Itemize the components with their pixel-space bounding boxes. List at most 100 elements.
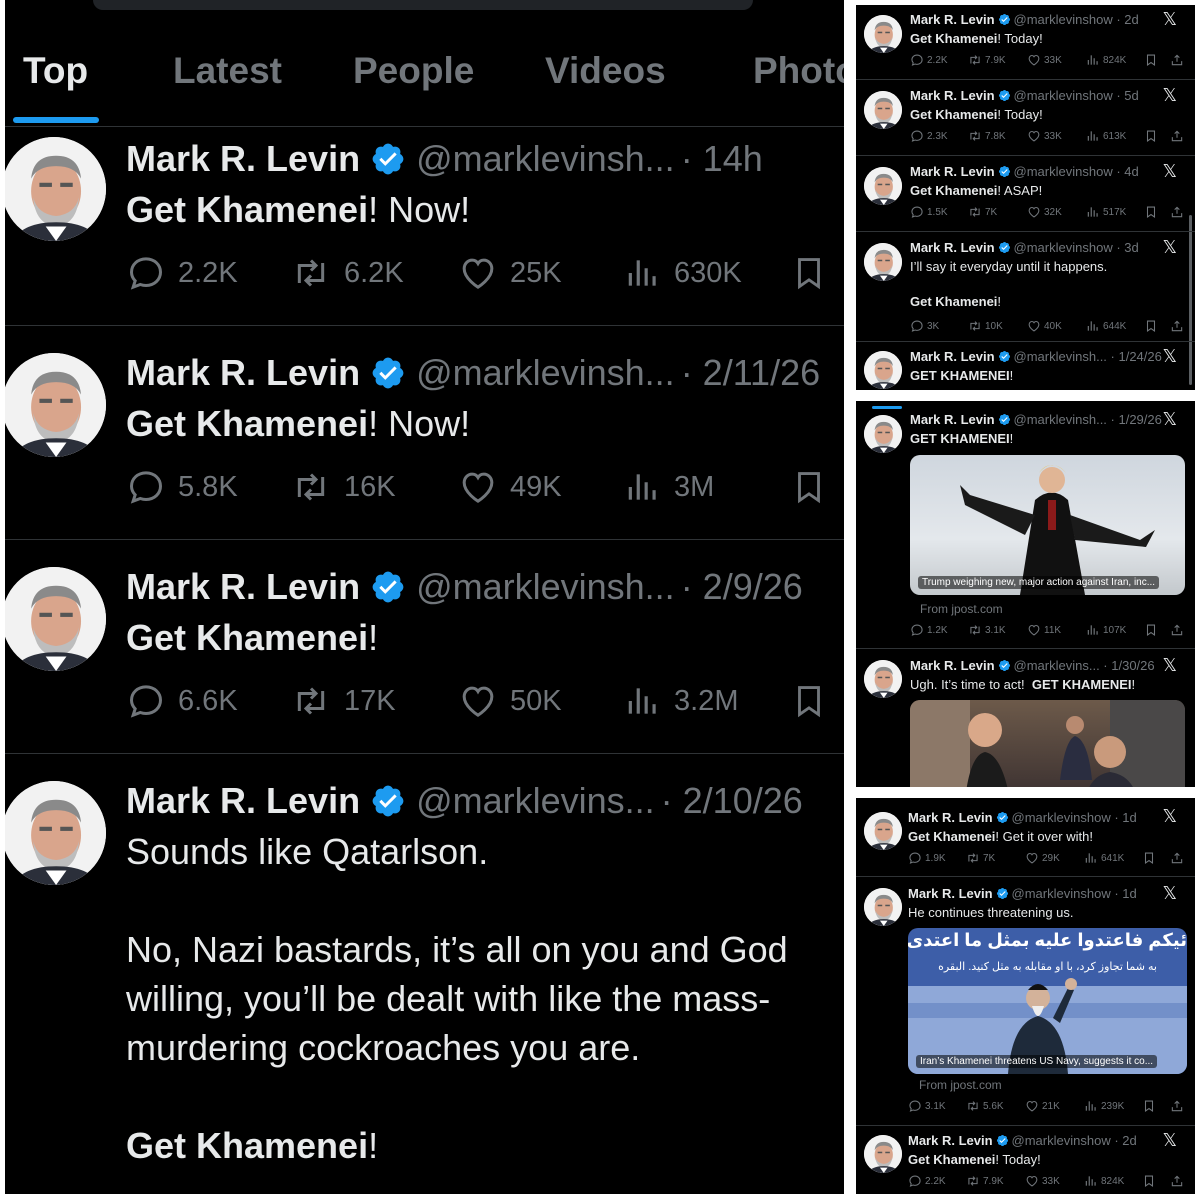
repost-button[interactable]: 5.6K (966, 1099, 1004, 1113)
views-button[interactable]: 239K (1084, 1099, 1124, 1113)
share-button[interactable] (1170, 851, 1184, 865)
repost-button[interactable]: 6.2K (290, 253, 404, 293)
avatar[interactable] (5, 781, 106, 885)
bookmark-button[interactable] (1144, 319, 1158, 333)
author-name[interactable]: Mark R. Levin (126, 566, 360, 608)
tweet-time[interactable]: · 14h (681, 138, 763, 180)
avatar[interactable] (864, 15, 902, 53)
reply-button[interactable]: 3K (910, 319, 939, 333)
tweet-card[interactable]: Mark R. Levin @marklevinshow · 5d 𝕏 Get … (856, 81, 1191, 155)
share-button[interactable] (1170, 1099, 1184, 1113)
author-name[interactable]: Mark R. Levin (910, 349, 995, 364)
author-handle[interactable]: @marklevinshow · 4d (1014, 164, 1139, 179)
avatar[interactable] (864, 1135, 902, 1173)
tweet-card[interactable]: Mark R. Levin @marklevinshow · 2d 𝕏 Get … (856, 5, 1191, 79)
author-handle[interactable]: @marklevins... · 1/30/26 (1014, 658, 1155, 673)
like-button[interactable]: 49K (458, 467, 562, 507)
tweet-image[interactable] (910, 700, 1185, 787)
share-button[interactable] (1170, 205, 1184, 219)
author-name[interactable]: Mark R. Levin (910, 658, 995, 673)
tweet-card[interactable]: Mark R. Levin @marklevins... · 2/10/26 S… (5, 755, 844, 1194)
views-button[interactable]: 613K (1086, 129, 1126, 143)
author-name[interactable]: Mark R. Levin (910, 88, 995, 103)
tweet-card[interactable]: Mark R. Levin @marklevinsh... · 1/29/26 … (856, 401, 1191, 648)
author-name[interactable]: Mark R. Levin (908, 1133, 993, 1148)
bookmark-button[interactable] (1144, 205, 1158, 219)
repost-button[interactable]: 7K (966, 851, 995, 865)
author-name[interactable]: Mark R. Levin (910, 12, 995, 27)
bookmark-button[interactable] (1144, 129, 1158, 143)
avatar[interactable] (864, 660, 902, 698)
author-handle[interactable]: @marklevinshow · 1d (1012, 810, 1137, 825)
author-name[interactable]: Mark R. Levin (910, 240, 995, 255)
author-name[interactable]: Mark R. Levin (908, 886, 993, 901)
reply-button[interactable]: 1.5K (910, 205, 948, 219)
author-handle[interactable]: @marklevins... (416, 780, 655, 822)
share-button[interactable] (1170, 623, 1184, 637)
avatar[interactable] (864, 888, 902, 926)
like-button[interactable]: 33K (1027, 129, 1062, 143)
tweet-card[interactable]: Mark R. Levin @marklevinshow · 1d 𝕏 Get … (856, 798, 1191, 875)
repost-button[interactable]: 7.9K (966, 1174, 1004, 1188)
repost-button[interactable]: 3.1K (968, 623, 1006, 637)
tab-photos[interactable]: Photo (753, 50, 844, 92)
author-handle[interactable]: @marklevinshow · 2d (1012, 1133, 1137, 1148)
repost-button[interactable]: 7.9K (968, 53, 1006, 67)
views-button[interactable]: 641K (1084, 851, 1124, 865)
like-button[interactable]: 50K (458, 681, 562, 721)
bookmark-button[interactable] (790, 681, 828, 721)
tweet-card[interactable]: Mark R. Levin @marklevinshow · 4d 𝕏 Get … (856, 157, 1191, 231)
reply-button[interactable]: 1.9K (908, 851, 946, 865)
views-button[interactable]: 644K (1086, 319, 1126, 333)
bookmark-button[interactable] (1142, 1099, 1156, 1113)
avatar[interactable] (864, 415, 902, 453)
avatar[interactable] (5, 567, 106, 671)
share-button[interactable] (1170, 129, 1184, 143)
author-name[interactable]: Mark R. Levin (126, 138, 360, 180)
reply-button[interactable]: 2.2K (910, 53, 948, 67)
author-handle[interactable]: @marklevinsh... · 1/24/26 (1014, 349, 1162, 364)
tweet-time[interactable]: · 2/11/26 (681, 352, 820, 394)
views-button[interactable]: 107K (1086, 623, 1126, 637)
share-button[interactable] (1170, 53, 1184, 67)
avatar[interactable] (864, 167, 902, 205)
tweet-card[interactable]: Mark R. Levin @marklevinsh... · 2/11/26 … (5, 327, 844, 539)
reply-button[interactable]: 1.2K (910, 623, 948, 637)
views-button[interactable]: 517K (1086, 205, 1126, 219)
share-button[interactable] (1170, 319, 1184, 333)
reply-button[interactable]: 2.2K (908, 1174, 946, 1188)
repost-button[interactable]: 17K (290, 681, 396, 721)
bookmark-button[interactable] (790, 467, 828, 507)
link-card-source[interactable]: From jpost.com (920, 602, 1003, 616)
bookmark-button[interactable] (1142, 851, 1156, 865)
tweet-card[interactable]: Mark R. Levin @marklevinshow · 1d 𝕏 He c… (856, 878, 1191, 1125)
repost-button[interactable]: 10K (968, 319, 1003, 333)
tweet-card[interactable]: Mark R. Levin @marklevins... · 1/30/26 𝕏… (856, 650, 1191, 787)
reply-button[interactable]: 2.3K (910, 129, 948, 143)
tweet-time[interactable]: · 2/9/26 (681, 566, 803, 608)
bookmark-button[interactable] (1144, 623, 1158, 637)
repost-button[interactable]: 16K (290, 467, 396, 507)
author-handle[interactable]: @marklevinshow · 1d (1012, 886, 1137, 901)
views-button[interactable]: 3.2M (624, 681, 738, 721)
author-handle[interactable]: @marklevinshow · 5d (1014, 88, 1139, 103)
author-handle[interactable]: @marklevinsh... (416, 566, 675, 608)
tweet-time[interactable]: · 2/10/26 (661, 780, 803, 822)
like-button[interactable]: 33K (1027, 53, 1062, 67)
bookmark-button[interactable] (1142, 1174, 1156, 1188)
author-name[interactable]: Mark R. Levin (126, 352, 360, 394)
avatar[interactable] (864, 243, 902, 281)
author-name[interactable]: Mark R. Levin (910, 164, 995, 179)
views-button[interactable]: 3M (624, 467, 714, 507)
search-bar-edge[interactable] (93, 0, 753, 10)
avatar[interactable] (864, 351, 902, 389)
like-button[interactable]: 40K (1027, 319, 1062, 333)
repost-button[interactable]: 7K (968, 205, 997, 219)
author-name[interactable]: Mark R. Levin (126, 780, 360, 822)
author-handle[interactable]: @marklevinshow · 2d (1014, 12, 1139, 27)
like-button[interactable]: 32K (1027, 205, 1062, 219)
link-card-source[interactable]: From jpost.com (919, 1078, 1002, 1092)
author-name[interactable]: Mark R. Levin (908, 810, 993, 825)
avatar[interactable] (5, 137, 106, 241)
tweet-card[interactable]: Mark R. Levin @marklevinshow · 2d 𝕏 Get … (856, 1127, 1191, 1194)
